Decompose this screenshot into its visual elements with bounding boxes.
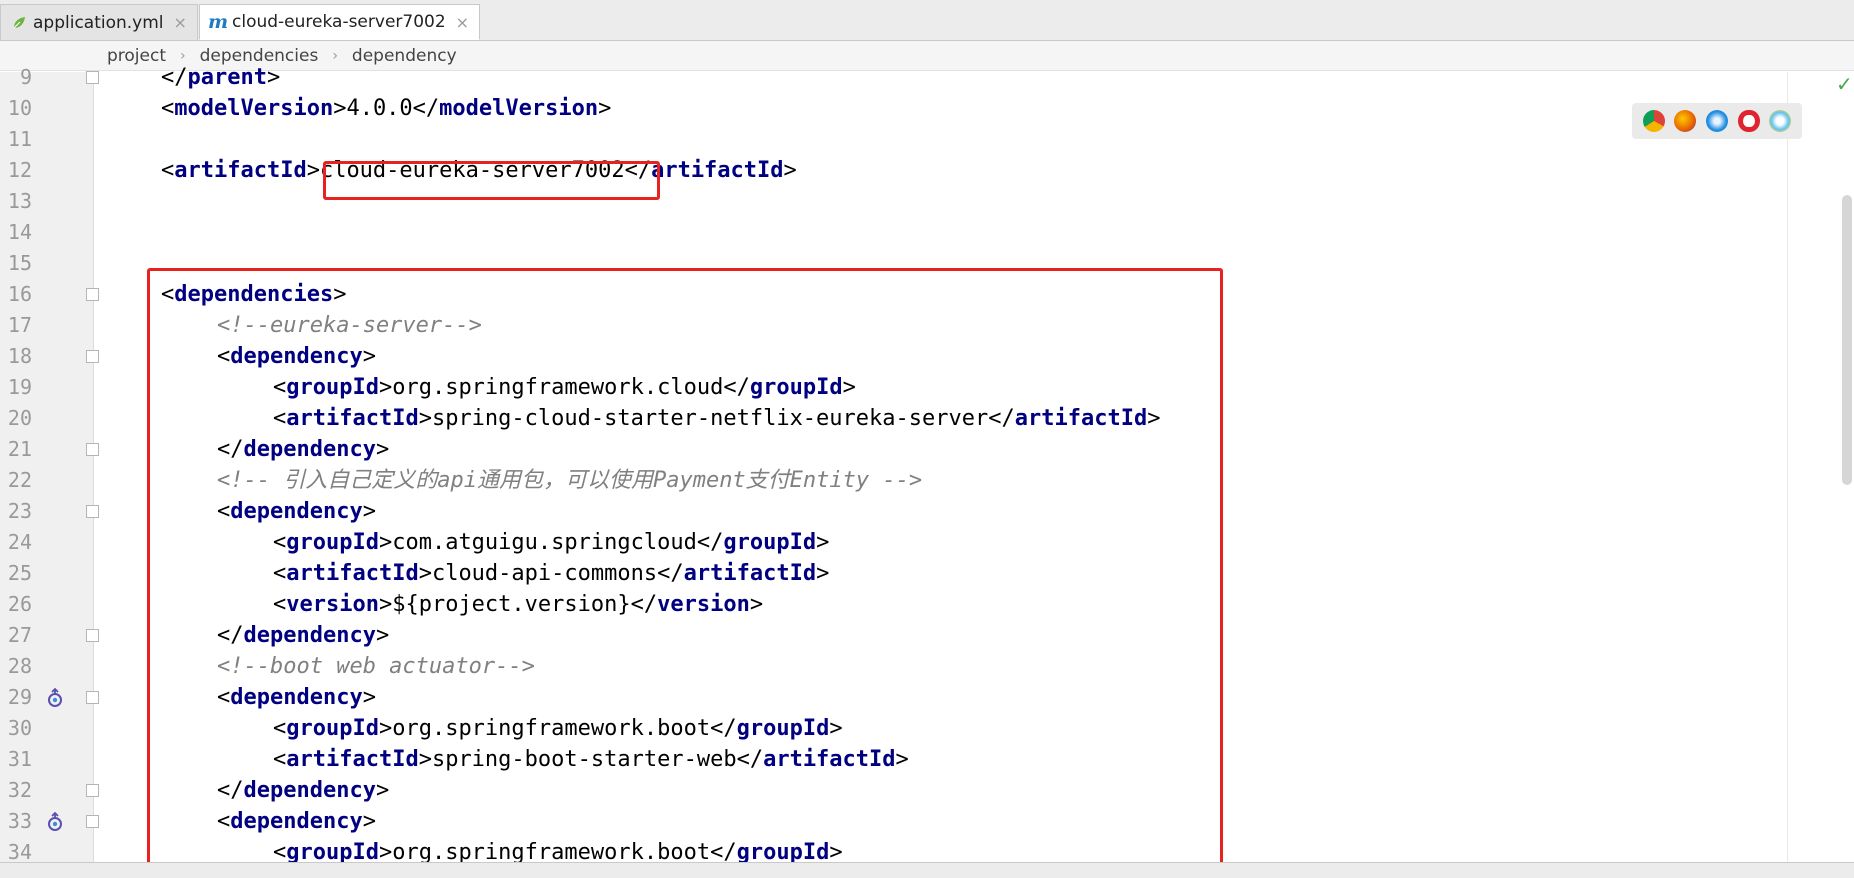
tab-label: application.yml [33, 12, 164, 33]
inspection-ok-icon[interactable]: ✓ [1836, 72, 1853, 96]
spring-leaf-icon [11, 15, 27, 31]
code-text: >4.0.0</ [333, 96, 440, 121]
firefox-icon[interactable] [1674, 110, 1697, 132]
xml-tag-name: modelVersion [174, 96, 334, 121]
tab-label: cloud-eureka-server7002 [232, 12, 446, 32]
ie-icon[interactable] [1769, 110, 1792, 132]
close-icon[interactable]: × [456, 13, 469, 32]
maven-icon: m [207, 11, 229, 33]
tab-cloud-eureka-server7002[interactable]: m cloud-eureka-server7002 × [199, 4, 481, 40]
safari-icon[interactable] [1705, 110, 1728, 132]
highlight-box-dependencies [147, 268, 1223, 877]
code-line: <modelVersion>4.0.0</modelVersion> [0, 93, 1854, 124]
editor-tab-bar: application.yml × m cloud-eureka-server7… [0, 0, 1854, 41]
code-line: <artifactId>cloud-eureka-server7002</art… [0, 155, 1854, 186]
xml-tag-name: modelVersion [439, 96, 599, 121]
status-bar [0, 862, 1854, 878]
chrome-icon[interactable] [1642, 110, 1665, 132]
highlight-box-artifact-id [323, 161, 660, 200]
vertical-scrollbar[interactable] [1842, 195, 1852, 485]
code-text: < [161, 158, 175, 183]
code-text: > [783, 158, 797, 183]
code-text: > [266, 65, 281, 90]
browser-preview-toolbar [1632, 103, 1802, 139]
code-text: < [161, 96, 175, 121]
code-line: </parent> [0, 62, 1854, 93]
close-icon[interactable]: × [174, 13, 187, 32]
opera-icon[interactable] [1737, 110, 1760, 132]
code-text: </ [161, 65, 188, 90]
xml-tag-name: artifactId [651, 158, 784, 183]
code-text: > [598, 96, 612, 121]
xml-tag-name: artifactId [174, 158, 307, 183]
tab-application-yml[interactable]: application.yml × [0, 4, 198, 40]
xml-tag-name: parent [187, 65, 267, 90]
